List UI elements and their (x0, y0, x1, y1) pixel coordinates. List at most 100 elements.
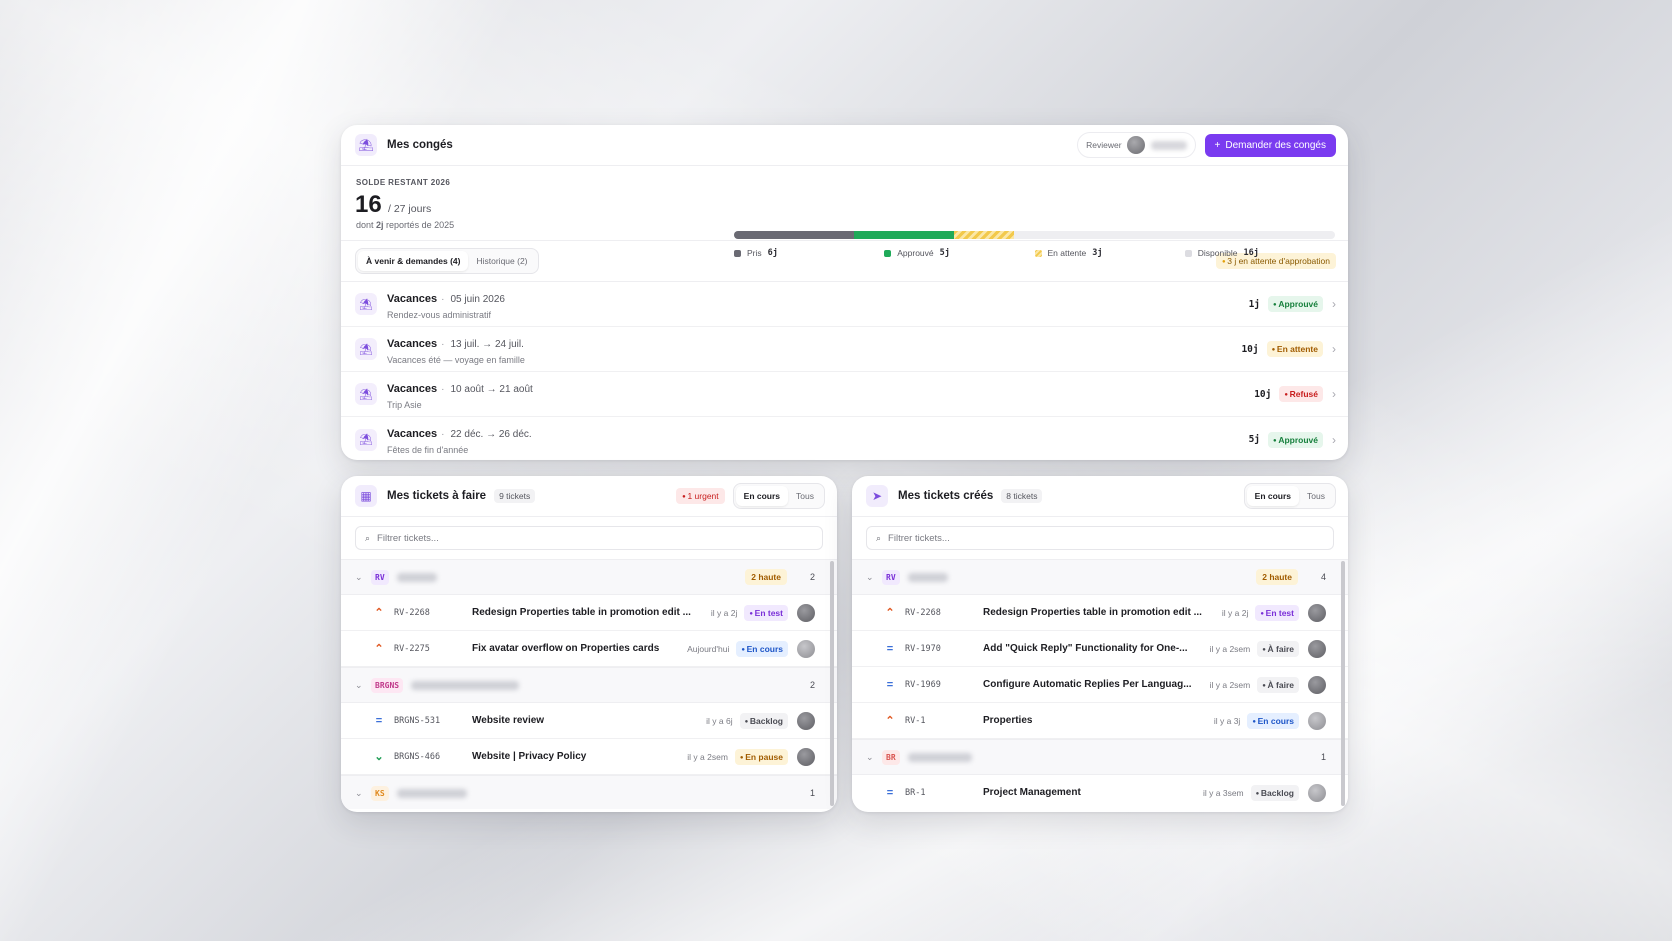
request-leave-label: Demander des congés (1225, 139, 1326, 151)
legend-swatch (734, 249, 741, 257)
ticket-row[interactable]: ⌃ RV-2275 Fix avatar overflow on Propertie… (341, 631, 837, 667)
project-name-redacted (907, 572, 948, 582)
ticket-group-header[interactable]: ⌄ BR 1 (852, 739, 1348, 775)
chevron-right-icon: › (1332, 342, 1336, 356)
ticket-group-header[interactable]: ⌄ RV 2 haute 2 (341, 559, 837, 595)
ticket-key: BRGNS-466 (394, 751, 441, 762)
avatar (797, 639, 815, 658)
leave-request-text: Vacances22 déc. → 26 déc. Fêtes de fin d'… (387, 424, 532, 455)
ticket-row[interactable]: = RV-1969 Configure Automatic Replies Per … (852, 667, 1348, 703)
leave-request-line: Vacances10 août → 21 août (387, 379, 533, 397)
created-filter-tous[interactable]: Tous (1299, 486, 1333, 506)
ticket-time: il y a 3j (1213, 715, 1241, 726)
ticket-row[interactable]: ⌄ BRGNS-466 Website | Privacy Policy il y a… (341, 739, 837, 775)
conges-tabs: À venir & demandes (4) Historique (2) (355, 248, 539, 274)
ticket-time: il y a 2j (710, 607, 738, 618)
tab-history[interactable]: Historique (2) (468, 251, 535, 271)
leave-type: Vacances (387, 292, 438, 305)
beach-umbrella-icon: ⛱ (355, 383, 377, 405)
ticket-status-badge: À faire (1257, 640, 1299, 657)
legend-item: Pris 6j (734, 248, 884, 258)
beach-umbrella-icon: ⛱ (355, 293, 377, 315)
project-tag: BRGNS (371, 677, 404, 693)
priority-mid-icon: = (886, 786, 894, 799)
ticket-key: RV-2268 (394, 607, 430, 618)
ticket-group-header[interactable]: ⌄ RV 2 haute 4 (852, 559, 1348, 595)
ticket-time: Aujourd'hui (687, 643, 730, 654)
avatar (797, 711, 815, 730)
legend-swatch (1184, 249, 1192, 257)
created-search-input[interactable]: ⌕ Filtrer tickets... (866, 526, 1334, 550)
todo-filter-tous[interactable]: Tous (788, 486, 822, 506)
group-count: 1 (809, 788, 815, 798)
todo-ticket-list: ⌄ RV 2 haute 2 ⌃ RV-2268 Redesign Properties t… (341, 559, 837, 809)
ticket-time: il y a 2sem (1209, 679, 1251, 690)
leave-request-row[interactable]: ⛱ Vacances22 déc. → 26 déc. Fêtes de fin d… (341, 417, 1348, 460)
ticket-row[interactable]: ⌃ RV-2268 Redesign Properties table in pro… (341, 595, 837, 631)
project-name-redacted (411, 680, 520, 690)
priority-mid-icon: = (886, 642, 894, 655)
created-filter-en-cours[interactable]: En cours (1246, 486, 1300, 506)
leave-request-row[interactable]: ⛱ Vacances10 août → 21 août Trip Asie 10j Re… (341, 372, 1348, 417)
todo-scrollbar[interactable] (830, 561, 834, 806)
ticket-title: Fix avatar overflow on Properties cards (472, 643, 660, 654)
ticket-row[interactable]: = RV-1970 Add "Quick Reply" Functionality … (852, 631, 1348, 667)
ticket-key: BRGNS-531 (394, 715, 441, 726)
leave-request-row[interactable]: ⛱ Vacances13 juil. → 24 juil. Vacances été… (341, 327, 1348, 372)
leave-legend: Pris 6j Approuvé 5j En attente 3j Disponible 16… (734, 248, 1335, 258)
leave-request-text: Vacances13 juil. → 24 juil. Vacances été … (387, 334, 525, 365)
ticket-title: Project Management (983, 787, 1081, 798)
chevron-right-icon: › (1332, 297, 1336, 311)
leave-request-row[interactable]: ⛱ Vacances05 juin 2026 Rendez-vous adminis… (341, 282, 1348, 327)
created-search-placeholder: Filtrer tickets... (888, 532, 950, 544)
created-scrollbar[interactable] (1341, 561, 1345, 806)
todo-search-input[interactable]: ⌕ Filtrer tickets... (355, 526, 823, 550)
search-icon: ⌕ (876, 532, 882, 543)
ticket-key: RV-2268 (905, 607, 941, 618)
leave-type: Vacances (387, 337, 438, 350)
request-leave-button[interactable]: + Demander des congés (1204, 133, 1336, 157)
chevron-down-icon: ⌄ (355, 679, 363, 690)
created-tickets-card: ➤ Mes tickets créés 8 tickets En cours T… (852, 476, 1348, 812)
carry-value: 2j (376, 220, 384, 230)
ticket-row[interactable]: = BR-1 Project Management il y a 3sem Backlo… (852, 775, 1348, 809)
leave-request-line: Vacances13 juil. → 24 juil. (387, 334, 525, 352)
reviewer-chip[interactable]: Reviewer (1077, 132, 1196, 158)
leave-note: Fêtes de fin d'année (387, 445, 469, 455)
avatar (797, 603, 815, 622)
ticket-title: Add "Quick Reply" Functionality for One-… (983, 643, 1188, 654)
group-count: 2 (809, 572, 815, 582)
status-badge: Approuvé (1268, 296, 1323, 312)
ticket-group-header[interactable]: ⌄ KS 1 (341, 775, 837, 809)
group-count: 2 (809, 680, 815, 690)
legend-swatch (1034, 249, 1042, 257)
created-ticket-list: ⌄ RV 2 haute 4 ⌃ RV-2268 Redesign Properties t… (852, 559, 1348, 809)
group-count: 4 (1320, 572, 1326, 582)
legend-item: Disponible 16j (1184, 248, 1335, 258)
created-filter-toggle: En cours Tous (1243, 483, 1336, 509)
conges-header: ⛱ Mes congés Reviewer + Demander des con… (341, 125, 1348, 166)
ticket-row[interactable]: ⌃ RV-1 Properties il y a 3j En cours (852, 703, 1348, 739)
leave-type: Vacances (387, 382, 438, 395)
leave-days: 10j (1241, 343, 1259, 355)
created-count: 8 tickets (1001, 489, 1043, 503)
leave-date: 22 déc. → 26 déc. (441, 429, 532, 440)
leave-request-text: Vacances05 juin 2026 Rendez-vous administ… (387, 289, 505, 320)
urgent-badge[interactable]: 1 urgent (676, 488, 725, 504)
ticket-status-badge: En pause (734, 748, 788, 765)
ticket-status-badge: À faire (1257, 676, 1299, 693)
ticket-group-header[interactable]: ⌄ BRGNS 2 (341, 667, 837, 703)
leave-date: 05 juin 2026 (441, 294, 505, 305)
ticket-row[interactable]: ⌃ RV-2268 Redesign Properties table in pro… (852, 595, 1348, 631)
carry-prefix: dont (356, 220, 377, 230)
project-tag: RV (371, 569, 389, 585)
balance-caption: SOLDE RESTANT 2026 (356, 178, 451, 187)
todo-search-placeholder: Filtrer tickets... (377, 532, 439, 544)
tab-upcoming[interactable]: À venir & demandes (4) (358, 251, 469, 271)
legend-label: Disponible (1197, 248, 1238, 258)
ticket-row[interactable]: = BRGNS-531 Website review il y a 6j Backlog (341, 703, 837, 739)
todo-filter-en-cours[interactable]: En cours (735, 486, 789, 506)
legend-value: 16j (1243, 248, 1259, 258)
ticket-key: RV-1970 (905, 643, 941, 654)
legend-value: 3j (1092, 248, 1103, 258)
